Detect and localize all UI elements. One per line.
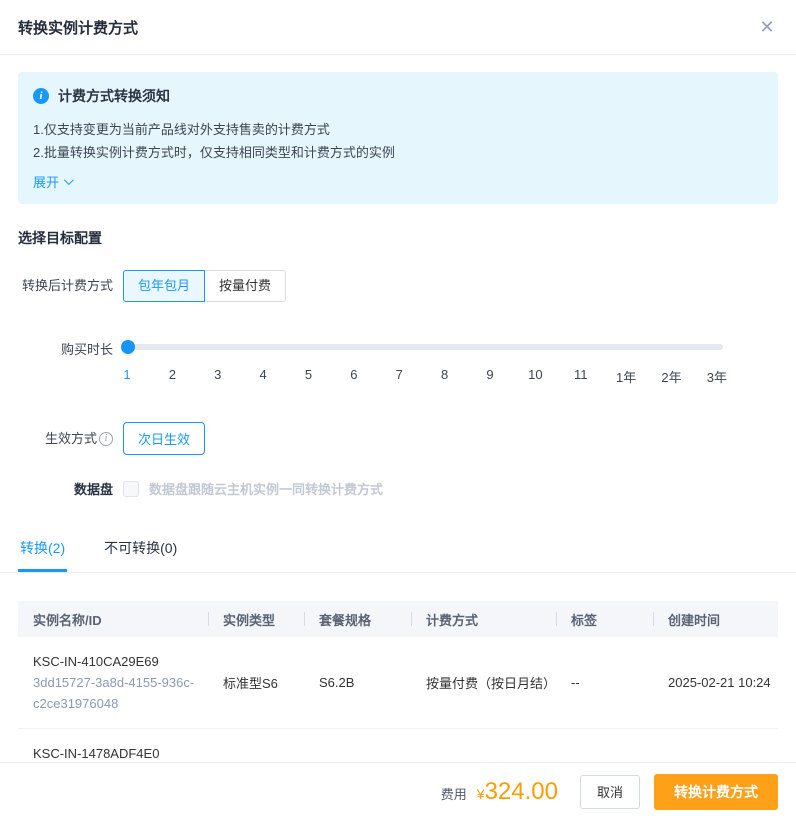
instance-name: KSC-IN-1478ADF4E0 <box>33 746 160 761</box>
table-row[interactable]: KSC-IN-410CA29E69 3dd15727-3a8d-4155-936… <box>18 637 778 729</box>
cell-tag: -- <box>556 637 653 729</box>
duration-tick-4[interactable]: 4 <box>251 367 275 386</box>
col-header-spec: 套餐规格 <box>304 601 411 637</box>
notice-title: 计费方式转换须知 <box>58 88 170 104</box>
expand-link[interactable]: 展开 <box>33 172 74 191</box>
chevron-down-icon <box>63 175 74 186</box>
cancel-button[interactable]: 取消 <box>579 774 640 809</box>
col-header-tag: 标签 <box>556 601 653 637</box>
expand-label: 展开 <box>33 175 60 190</box>
tab-not-convertible[interactable]: 不可转换(0) <box>102 538 179 572</box>
convert-billing-dialog: 转换实例计费方式 计费方式转换须知 1.仅支持变更为当前产品线对外支持售卖的计费… <box>0 0 796 820</box>
cost-currency: ¥ <box>476 785 485 802</box>
cost-display: 费用 ¥ 324.00 <box>441 778 558 806</box>
effect-time-options: 次日生效 <box>123 422 206 455</box>
duration-slider-ticks: 1 2 3 4 5 6 7 8 9 10 11 1年 2年 3年 <box>115 367 729 386</box>
info-icon <box>33 88 49 104</box>
billing-option-prepaid[interactable]: 包年包月 <box>123 270 206 302</box>
dialog-footer: 费用 ¥ 324.00 取消 转换计费方式 <box>0 762 796 820</box>
cost-label: 费用 <box>440 786 467 802</box>
effect-time-label-wrap: 生效方式 <box>18 422 113 455</box>
billing-notice-box: 计费方式转换须知 1.仅支持变更为当前产品线对外支持售卖的计费方式 2.批量转换… <box>18 72 778 204</box>
duration-tick-3[interactable]: 3 <box>206 367 230 386</box>
duration-tick-1[interactable]: 1 <box>115 367 139 386</box>
duration-tick-10[interactable]: 10 <box>523 367 547 386</box>
cell-spec: S6.2B <box>304 637 411 729</box>
duration-tick-6[interactable]: 6 <box>342 367 366 386</box>
duration-tick-3y[interactable]: 3年 <box>705 367 729 386</box>
col-header-name-id: 实例名称/ID <box>18 601 208 637</box>
effect-option-next-day[interactable]: 次日生效 <box>123 422 206 455</box>
cell-type: 标准型S6 <box>208 637 304 729</box>
notice-head: 计费方式转换须知 <box>33 86 763 106</box>
duration-tick-8[interactable]: 8 <box>433 367 457 386</box>
effect-time-label: 生效方式 <box>44 431 97 446</box>
billing-option-postpaid[interactable]: 按量付费 <box>205 270 287 302</box>
duration-tick-7[interactable]: 7 <box>387 367 411 386</box>
effect-time-row: 生效方式 次日生效 <box>18 422 796 455</box>
tab-convertible[interactable]: 转换(2) <box>18 538 68 572</box>
duration-tick-5[interactable]: 5 <box>297 367 321 386</box>
duration-tick-1y[interactable]: 1年 <box>614 367 638 386</box>
duration-tick-11[interactable]: 11 <box>569 367 593 386</box>
duration-slider-handle[interactable] <box>121 340 135 354</box>
data-disk-checkbox-text: 数据盘跟随云主机实例一同转换计费方式 <box>149 482 384 497</box>
close-icon[interactable] <box>756 16 778 38</box>
convert-billing-button[interactable]: 转换计费方式 <box>654 773 778 810</box>
duration-slider: 1 2 3 4 5 6 7 8 9 10 11 1年 2年 3年 <box>121 340 727 386</box>
billing-method-row: 转换后计费方式 包年包月 按量付费 <box>18 270 796 302</box>
dialog-header: 转换实例计费方式 <box>0 0 796 55</box>
cost-amount: 324.00 <box>484 777 558 805</box>
notice-lines: 1.仅支持变更为当前产品线对外支持售卖的计费方式 2.批量转换实例计费方式时，仅… <box>33 118 763 164</box>
instance-id: 3dd15727-3a8d-4155-936c-c2ce31976048 <box>33 675 195 711</box>
col-header-created: 创建时间 <box>653 601 778 637</box>
data-disk-checkbox[interactable] <box>123 480 139 497</box>
data-disk-label: 数据盘 <box>73 482 113 497</box>
duration-tick-9[interactable]: 9 <box>478 367 502 386</box>
instance-tabs: 转换(2) 不可转换(0) <box>0 538 796 573</box>
cell-name-id: KSC-IN-410CA29E69 3dd15727-3a8d-4155-936… <box>18 637 208 729</box>
data-disk-checkbox-line: 数据盘跟随云主机实例一同转换计费方式 <box>123 479 383 498</box>
dialog-title: 转换实例计费方式 <box>18 19 139 37</box>
billing-method-label: 转换后计费方式 <box>21 278 113 293</box>
purchase-duration-label: 购买时长 <box>60 342 113 357</box>
duration-tick-2y[interactable]: 2年 <box>660 367 684 386</box>
instance-name: KSC-IN-410CA29E69 <box>33 654 159 669</box>
cell-billing: 按量付费（按日月结） <box>411 637 556 729</box>
purchase-duration-row: 购买时长 1 2 3 4 5 6 7 8 9 10 11 1年 2年 3年 <box>18 340 796 386</box>
section-title-target-config: 选择目标配置 <box>18 230 102 246</box>
duration-slider-track[interactable] <box>121 340 723 354</box>
cell-created: 2025-02-21 10:24 <box>653 637 778 729</box>
duration-tick-2[interactable]: 2 <box>160 367 184 386</box>
billing-method-toggle: 包年包月 按量付费 <box>123 270 287 302</box>
notice-line-2: 2.批量转换实例计费方式时，仅支持相同类型和计费方式的实例 <box>33 145 395 160</box>
data-disk-row: 数据盘 数据盘跟随云主机实例一同转换计费方式 <box>18 479 796 498</box>
help-icon[interactable] <box>99 431 113 446</box>
col-header-type: 实例类型 <box>208 601 304 637</box>
col-header-billing: 计费方式 <box>411 601 556 637</box>
table-header-row: 实例名称/ID 实例类型 套餐规格 计费方式 标签 创建时间 <box>18 601 778 637</box>
notice-line-1: 1.仅支持变更为当前产品线对外支持售卖的计费方式 <box>33 122 330 137</box>
